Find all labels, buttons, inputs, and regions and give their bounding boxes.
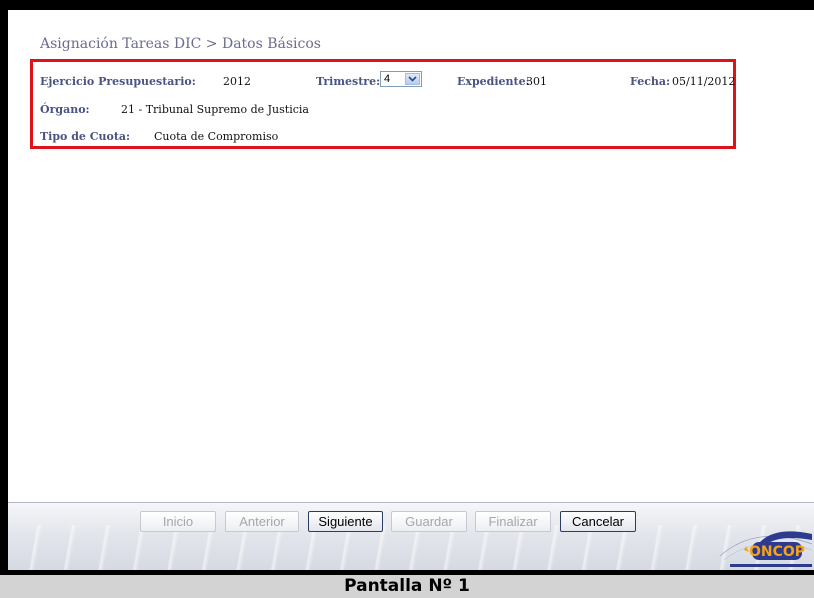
window-frame: Asignación Tareas DIC > Datos Básicos Ej…	[0, 0, 814, 575]
app-screen: Asignación Tareas DIC > Datos Básicos Ej…	[8, 10, 814, 570]
ejercicio-label: Ejercicio Presupuestario:	[40, 75, 196, 88]
expediente-value: 301	[526, 75, 547, 88]
chevron-down-icon[interactable]	[405, 73, 420, 85]
page-title: Asignación Tareas DIC > Datos Básicos	[40, 36, 321, 52]
cancelar-button[interactable]: Cancelar	[560, 511, 636, 532]
screen-caption: Pantalla Nº 1	[344, 576, 470, 596]
trimestre-selected-value: 4	[384, 73, 391, 85]
tipo-cuota-value: Cuota de Compromiso	[154, 130, 279, 143]
oncop-logo: ONCOP	[716, 526, 814, 570]
organo-value: 21 - Tribunal Supremo de Justicia	[121, 103, 309, 116]
ejercicio-value: 2012	[223, 75, 251, 88]
anterior-button[interactable]: Anterior	[225, 511, 299, 532]
wizard-toolbar: Inicio Anterior Siguiente Guardar Finali…	[8, 502, 814, 570]
siguiente-button[interactable]: Siguiente	[308, 511, 383, 532]
inicio-button[interactable]: Inicio	[140, 511, 216, 532]
basic-data-panel: Ejercicio Presupuestario: 2012 Trimestre…	[30, 59, 736, 149]
fecha-label: Fecha:	[630, 75, 671, 88]
fecha-value: 05/11/2012	[672, 75, 736, 88]
finalizar-button[interactable]: Finalizar	[475, 511, 551, 532]
logo-wordmark: ONCOP	[749, 544, 805, 560]
expediente-label: Expediente:	[457, 75, 530, 88]
organo-label: Órgano:	[40, 103, 90, 116]
trimestre-select[interactable]: 4	[380, 71, 422, 87]
trimestre-label: Trimestre:	[316, 75, 381, 88]
guardar-button[interactable]: Guardar	[391, 511, 467, 532]
tipo-cuota-label: Tipo de Cuota:	[40, 130, 131, 143]
